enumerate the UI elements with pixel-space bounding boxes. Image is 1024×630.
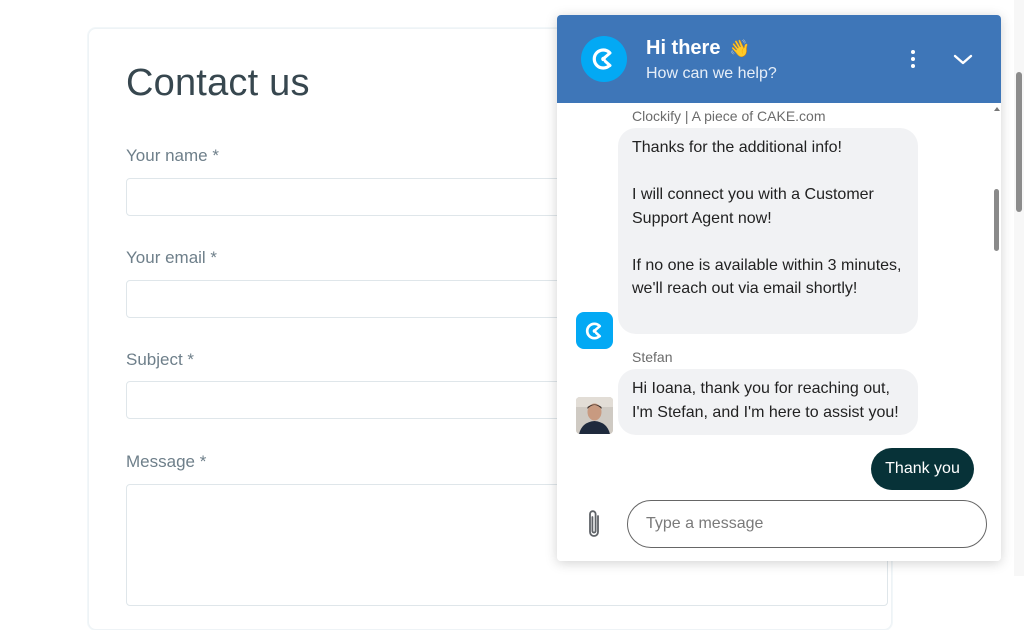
waving-hand-icon: 👋 <box>729 39 751 58</box>
clockify-logo-icon <box>576 312 613 349</box>
chat-scrollbar[interactable] <box>993 103 1001 499</box>
user-message-bubble: Thank you <box>871 448 974 490</box>
message-text: Thanks for the additional info! <box>632 139 842 156</box>
sender-name: Stefan <box>632 349 673 365</box>
chat-header-subtitle: How can we help? <box>646 65 777 82</box>
message-text: I will connect you with a Customer Suppo… <box>632 186 874 227</box>
email-label: Your email * <box>126 248 218 267</box>
name-label: Your name * <box>126 146 219 165</box>
paperclip-icon[interactable] <box>582 508 606 542</box>
chat-message-list: Clockify | A piece of CAKE.com Thanks fo… <box>557 103 1001 499</box>
clockify-logo-icon <box>581 36 627 82</box>
message-text: If no one is available within 3 minutes,… <box>632 256 902 298</box>
message-input[interactable] <box>627 500 987 548</box>
chat-header: Hi there 👋 How can we help? <box>557 15 1001 103</box>
more-vertical-icon[interactable] <box>901 47 925 71</box>
chat-widget: Hi there 👋 How can we help? Clockify | A… <box>557 15 1001 561</box>
subject-label: Subject * <box>126 350 195 369</box>
page-title: Contact us <box>126 62 310 104</box>
agent-message-bubble: Hi Ioana, thank you for reaching out, I'… <box>618 369 918 435</box>
chevron-down-icon[interactable] <box>951 48 975 72</box>
chat-scrollbar-thumb[interactable] <box>994 189 999 251</box>
avatar <box>576 397 613 434</box>
page-scrollbar-thumb[interactable] <box>1016 72 1022 212</box>
sender-name: Clockify | A piece of CAKE.com <box>632 108 826 124</box>
page-scrollbar[interactable] <box>1014 0 1024 576</box>
chat-header-title: Hi there <box>646 37 721 59</box>
scroll-up-arrow-icon[interactable] <box>994 107 1000 111</box>
message-label: Message * <box>126 452 207 471</box>
message-text: Hi Ioana, thank you for reaching out, I'… <box>632 380 899 421</box>
bot-message-bubble: Thanks for the additional info! I will c… <box>618 128 918 334</box>
